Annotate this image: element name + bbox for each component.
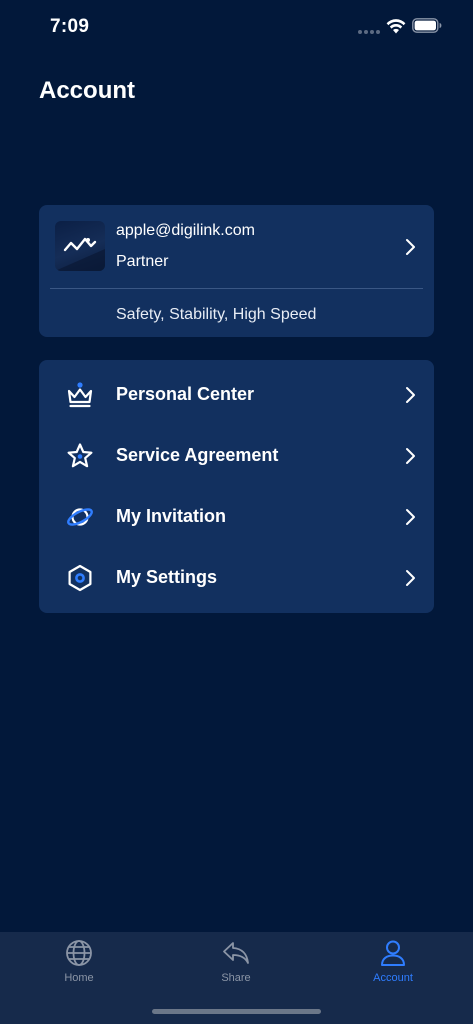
logo-icon [55, 237, 105, 271]
status-bar: 7:09 [0, 0, 473, 54]
star-icon [67, 443, 93, 468]
profile-slogan: Safety, Stability, High Speed [116, 306, 317, 323]
tab-bar: Home Share Account [0, 932, 473, 1024]
chevron-right-icon [406, 387, 415, 403]
page-title: Account [39, 77, 135, 104]
tab-account[interactable]: Account [333, 938, 453, 994]
menu-item-my-settings[interactable]: My Settings [39, 548, 434, 608]
menu-item-service-agreement[interactable]: Service Agreement [39, 426, 434, 486]
chevron-right-icon [406, 570, 415, 586]
tab-home[interactable]: Home [19, 938, 139, 994]
crown-icon [67, 382, 93, 408]
menu-item-personal-center[interactable]: Personal Center [39, 365, 434, 425]
menu-item-my-invitation[interactable]: My Invitation [39, 487, 434, 547]
cellular-dots-icon [358, 30, 380, 34]
menu-item-label: My Settings [116, 567, 218, 587]
tab-share[interactable]: Share [176, 938, 296, 994]
hexagon-settings-icon [68, 564, 92, 592]
chevron-right-icon [406, 448, 415, 464]
menu-card: Personal Center Service Agreement My Inv… [39, 360, 434, 613]
globe-icon [66, 940, 92, 966]
menu-item-label: My Invitation [116, 506, 227, 526]
person-icon [381, 940, 405, 966]
tab-label: Home [64, 972, 94, 984]
avatar [55, 221, 105, 271]
profile-role: Partner [116, 253, 169, 270]
share-arrow-icon [223, 942, 249, 964]
home-indicator [152, 1009, 321, 1014]
chevron-right-icon [406, 509, 415, 525]
status-time: 7:09 [50, 16, 90, 37]
profile-card[interactable]: apple@digilink.com Partner Safety, Stabi… [39, 205, 434, 337]
tab-label: Share [221, 972, 251, 984]
menu-item-label: Service Agreement [116, 445, 279, 465]
divider [50, 288, 423, 289]
wifi-icon [386, 19, 406, 34]
tab-label: Account [373, 972, 413, 984]
battery-icon [412, 18, 442, 33]
planet-icon [67, 508, 93, 526]
chevron-right-icon [406, 239, 415, 255]
profile-email: apple@digilink.com [116, 222, 255, 239]
menu-item-label: Personal Center [116, 384, 255, 404]
